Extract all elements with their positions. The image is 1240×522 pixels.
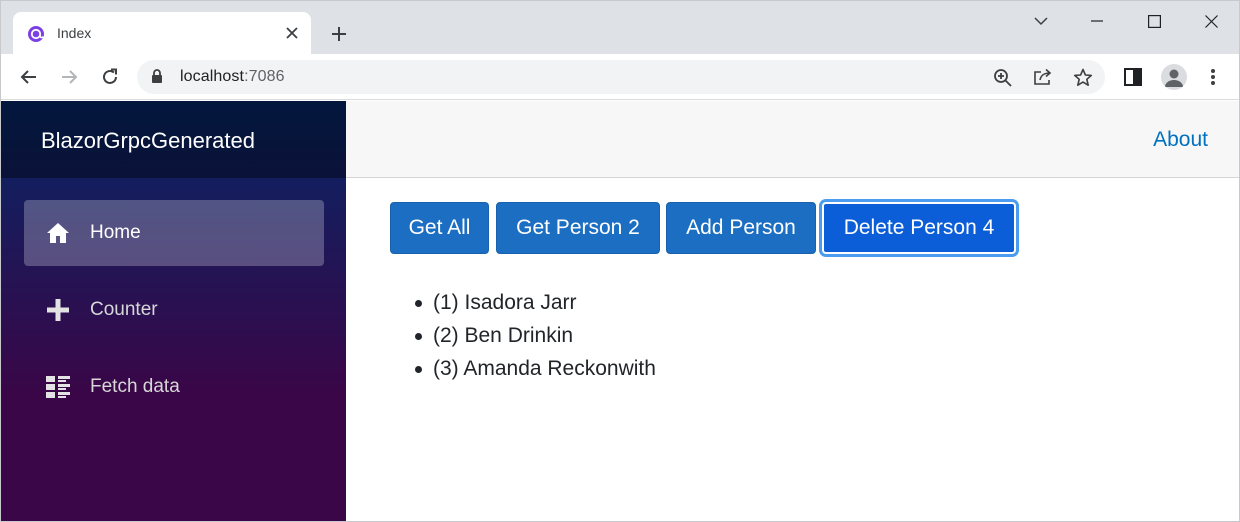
maximize-icon[interactable]: [1140, 7, 1168, 35]
about-link[interactable]: About: [1153, 128, 1208, 152]
web-page: BlazorGrpcGenerated Home Counter Fetch d…: [1, 101, 1239, 521]
profile-avatar-icon[interactable]: [1161, 64, 1187, 90]
browser-toolbar: localhost:7086: [1, 54, 1239, 100]
close-tab-icon[interactable]: [281, 22, 303, 44]
zoom-icon[interactable]: [990, 65, 1014, 89]
tab-strip: Index: [1, 1, 1239, 54]
minimize-icon[interactable]: [1083, 7, 1111, 35]
sidebar: BlazorGrpcGenerated Home Counter Fetch d…: [1, 101, 346, 521]
nav-item-fetch-data[interactable]: Fetch data: [24, 354, 324, 420]
top-row: About: [346, 101, 1239, 178]
share-icon[interactable]: [1031, 65, 1055, 89]
address-bar[interactable]: localhost:7086: [137, 60, 1105, 94]
plus-icon: [46, 298, 70, 322]
add-person-button[interactable]: Add Person: [666, 202, 816, 254]
nav-item-counter[interactable]: Counter: [24, 277, 324, 343]
list-item: (3) Amanda Reckonwith: [415, 356, 656, 389]
people-list: (1) Isadora Jarr (2) Ben Drinkin (3) Ama…: [415, 290, 656, 389]
app-brand[interactable]: BlazorGrpcGenerated: [41, 128, 255, 154]
blazor-favicon-icon: [27, 25, 45, 43]
kebab-menu-icon[interactable]: [1199, 63, 1227, 91]
new-tab-plus-icon[interactable]: [327, 22, 351, 46]
list-item: (1) Isadora Jarr: [415, 290, 656, 323]
tab-title: Index: [57, 25, 92, 41]
home-icon: [46, 221, 70, 245]
lock-icon[interactable]: [151, 69, 163, 89]
nav-label-counter: Counter: [90, 299, 158, 320]
browser-window: Index localhost:7086 BlazorGrpcGenerated…: [0, 0, 1240, 522]
get-person-2-button[interactable]: Get Person 2: [496, 202, 660, 254]
back-arrow-icon[interactable]: [15, 63, 43, 91]
get-all-button[interactable]: Get All: [390, 202, 489, 254]
url-text[interactable]: localhost:7086: [180, 68, 285, 86]
nav-label-fetch-data: Fetch data: [90, 376, 180, 397]
browser-tab[interactable]: Index: [13, 12, 311, 54]
side-panel-icon[interactable]: [1119, 63, 1147, 91]
brand-bar: BlazorGrpcGenerated: [1, 101, 346, 178]
list-item: (2) Ben Drinkin: [415, 323, 656, 356]
delete-person-4-button[interactable]: Delete Person 4: [822, 202, 1016, 254]
reload-icon[interactable]: [96, 63, 124, 91]
nav-item-home[interactable]: Home: [24, 200, 324, 266]
main-content: About Get All Get Person 2 Add Person De…: [346, 101, 1239, 521]
bookmark-star-icon[interactable]: [1071, 65, 1095, 89]
close-window-icon[interactable]: [1197, 7, 1225, 35]
nav-label-home: Home: [90, 222, 141, 243]
forward-arrow-icon[interactable]: [55, 63, 83, 91]
list-icon: [46, 375, 70, 399]
tab-search-chevron-icon[interactable]: [1027, 7, 1055, 35]
